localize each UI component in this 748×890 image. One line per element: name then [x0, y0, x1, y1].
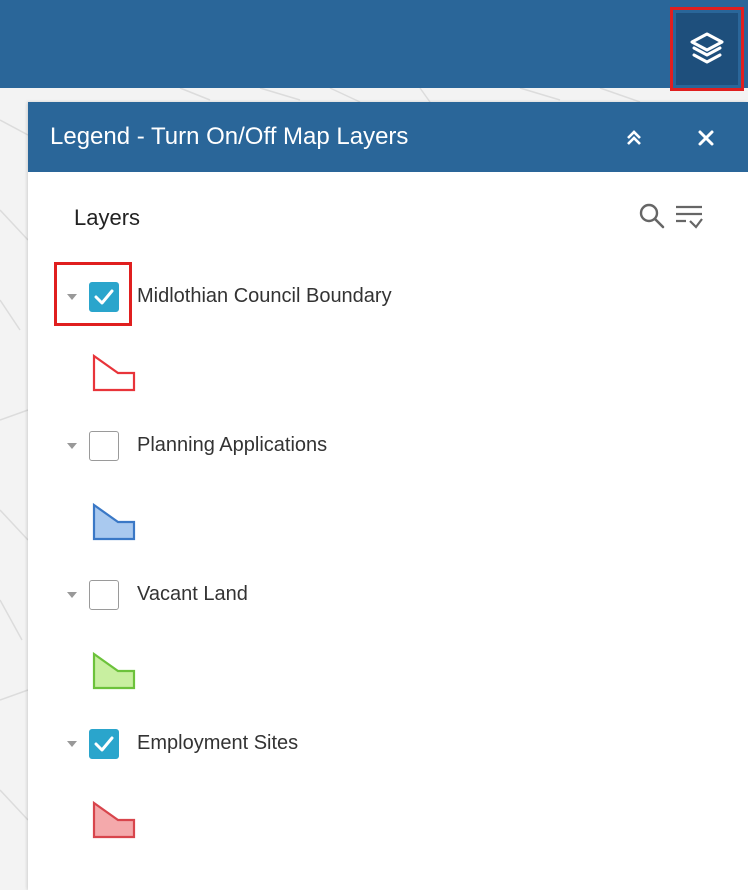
collapse-panel-button[interactable]	[620, 124, 648, 152]
legend-polygon-symbol	[92, 502, 136, 541]
panel-header: Legend - Turn On/Off Map Layers	[28, 102, 748, 172]
layers-stack-icon	[690, 32, 724, 64]
panel-title: Legend - Turn On/Off Map Layers	[50, 123, 409, 150]
close-icon	[698, 130, 714, 146]
layer-visibility-checkbox[interactable]	[89, 580, 119, 610]
legend-polygon-symbol	[92, 353, 136, 392]
layer-row: Planning Applications	[28, 427, 748, 467]
caret-down-icon[interactable]	[66, 441, 78, 451]
legend-panel: Legend - Turn On/Off Map Layers Layers M…	[28, 102, 748, 890]
app-header-bar	[0, 0, 748, 88]
layer-visibility-checkbox[interactable]	[89, 729, 119, 759]
layer-visibility-checkbox[interactable]	[89, 431, 119, 461]
close-panel-button[interactable]	[692, 124, 720, 152]
layer-label[interactable]: Employment Sites	[137, 732, 298, 755]
caret-down-icon[interactable]	[66, 292, 78, 302]
map-edge	[0, 88, 28, 890]
layer-label[interactable]: Midlothian Council Boundary	[137, 285, 392, 308]
layer-list-button[interactable]	[670, 7, 744, 91]
layer-list-button-face[interactable]	[676, 13, 738, 85]
legend-polygon-symbol	[92, 651, 136, 690]
checkmark-icon	[94, 736, 114, 752]
checkmark-icon	[94, 289, 114, 305]
filter-list-icon[interactable]	[674, 202, 704, 230]
caret-down-icon[interactable]	[66, 590, 78, 600]
layer-row: Midlothian Council Boundary	[28, 262, 748, 326]
layer-row: Vacant Land	[28, 576, 748, 616]
legend-polygon-symbol	[92, 800, 136, 839]
layer-visibility-checkbox[interactable]	[89, 282, 119, 312]
layer-label[interactable]: Vacant Land	[137, 583, 248, 606]
caret-down-icon[interactable]	[66, 739, 78, 749]
double-chevron-up-icon	[627, 130, 641, 145]
layer-label[interactable]: Planning Applications	[137, 434, 327, 457]
layer-row: Employment Sites	[28, 725, 748, 765]
search-icon[interactable]	[638, 202, 666, 230]
layers-heading: Layers	[74, 205, 141, 230]
